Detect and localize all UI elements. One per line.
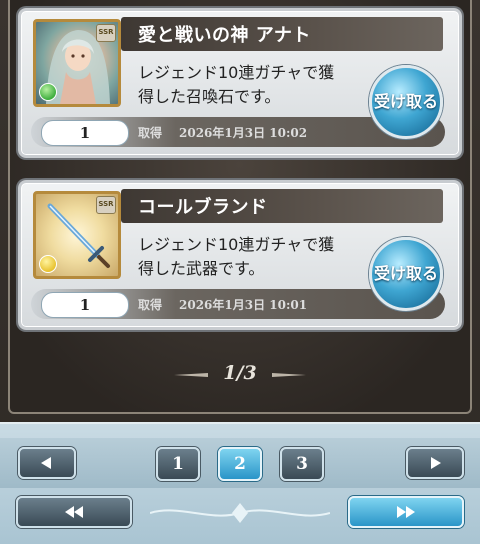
present-card: SSR コールブランド レジェンド10連ガチャで獲 得した武器です。 1 取得 … <box>18 180 462 330</box>
present-card: SSR 愛と戦いの神 アナト レジェンド10連ガチャで獲 得した召喚石です。 1… <box>18 8 462 158</box>
item-description: レジェンド10連ガチャで獲 得した武器です。 <box>138 233 368 281</box>
receive-button[interactable]: 受け取る <box>369 237 443 311</box>
arrow-right-icon <box>431 457 441 469</box>
ornament-right-icon <box>272 373 306 377</box>
item-count: 1 <box>41 120 129 146</box>
double-arrow-right-icon <box>397 506 415 518</box>
item-count: 1 <box>41 292 129 318</box>
rarity-badge: SSR <box>96 24 116 42</box>
item-title: コールブランド <box>138 197 268 218</box>
next-page-button[interactable] <box>406 447 464 479</box>
ornament-divider-icon <box>150 503 330 523</box>
arrow-left-icon <box>41 457 51 469</box>
last-page-button[interactable] <box>348 496 464 528</box>
prev-page-button[interactable] <box>18 447 76 479</box>
item-title: 愛と戦いの神 アナト <box>138 25 311 46</box>
item-thumbnail[interactable]: SSR <box>33 191 121 279</box>
page-button-2[interactable]: 2 <box>218 447 262 481</box>
description-line: レジェンド10連ガチャで獲 <box>138 235 335 254</box>
acquired-time: 2026年1月3日 10:02 <box>179 126 308 140</box>
description-line: 得した武器です。 <box>138 259 265 278</box>
item-thumbnail[interactable]: SSR <box>33 19 121 107</box>
description-line: レジェンド10連ガチャで獲 <box>138 63 335 82</box>
page-button-1[interactable]: 1 <box>156 447 200 481</box>
rarity-badge: SSR <box>96 196 116 214</box>
acquired-time: 2026年1月3日 10:01 <box>179 298 308 312</box>
description-line: 得した召喚石です。 <box>138 87 281 106</box>
element-icon <box>39 83 57 101</box>
first-page-button[interactable] <box>16 496 132 528</box>
acquired-label: 取得 <box>138 126 163 140</box>
receive-button[interactable]: 受け取る <box>369 65 443 139</box>
item-description: レジェンド10連ガチャで獲 得した召喚石です。 <box>138 61 368 109</box>
page-indicator: 1/3 <box>223 362 257 384</box>
element-icon <box>39 255 57 273</box>
double-arrow-left-icon <box>65 506 83 518</box>
page-button-3[interactable]: 3 <box>280 447 324 481</box>
acquired-label: 取得 <box>138 298 163 312</box>
